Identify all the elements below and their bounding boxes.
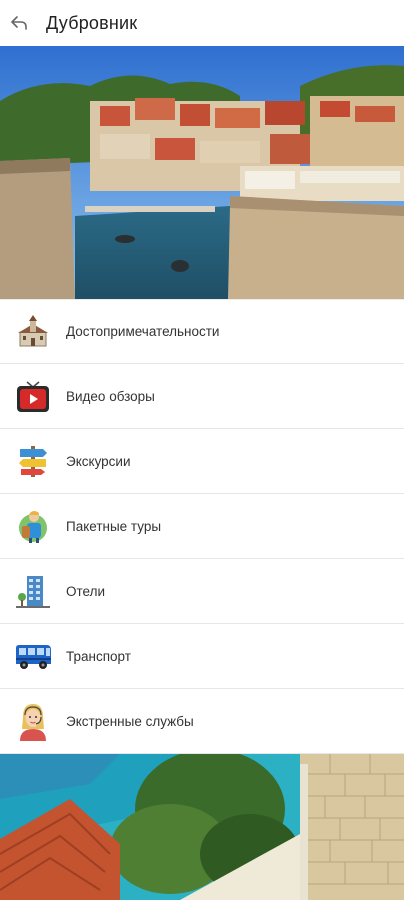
bus-icon bbox=[13, 636, 53, 676]
menu-item-label: Достопримечательности bbox=[66, 324, 220, 339]
hero-image bbox=[0, 46, 404, 299]
video-tv-icon bbox=[13, 376, 53, 416]
traveler-icon bbox=[13, 506, 53, 546]
app-bar: Дубровник bbox=[0, 0, 404, 46]
menu-item-transport[interactable]: Транспорт bbox=[0, 624, 404, 689]
menu-item-label: Экстренные службы bbox=[66, 713, 194, 729]
menu-item-emergency[interactable]: Экстренные службы bbox=[0, 689, 404, 754]
menu-item-attractions[interactable]: Достопримечательности bbox=[0, 299, 404, 364]
signpost-icon bbox=[13, 441, 53, 481]
church-icon bbox=[13, 312, 53, 352]
menu-item-excursions[interactable]: Экскурсии bbox=[0, 429, 404, 494]
operator-woman-icon bbox=[13, 701, 53, 741]
back-button[interactable] bbox=[0, 0, 38, 46]
footer-image bbox=[0, 754, 404, 900]
menu-list: Достопримечательности Видео обзоры Экску… bbox=[0, 299, 404, 754]
menu-item-package-tours[interactable]: Пакетные туры bbox=[0, 494, 404, 559]
page-title: Дубровник bbox=[46, 12, 138, 33]
menu-item-label: Видео обзоры bbox=[66, 388, 155, 404]
hotel-building-icon bbox=[13, 571, 53, 611]
menu-item-label: Пакетные туры bbox=[66, 518, 162, 534]
menu-item-videos[interactable]: Видео обзоры bbox=[0, 364, 404, 429]
menu-item-label: Экскурсии bbox=[66, 453, 131, 469]
menu-item-hotels[interactable]: Отели bbox=[0, 559, 404, 624]
menu-item-label: Транспорт bbox=[66, 648, 131, 664]
back-arrow-icon bbox=[11, 16, 27, 30]
menu-item-label: Отели bbox=[66, 583, 106, 599]
